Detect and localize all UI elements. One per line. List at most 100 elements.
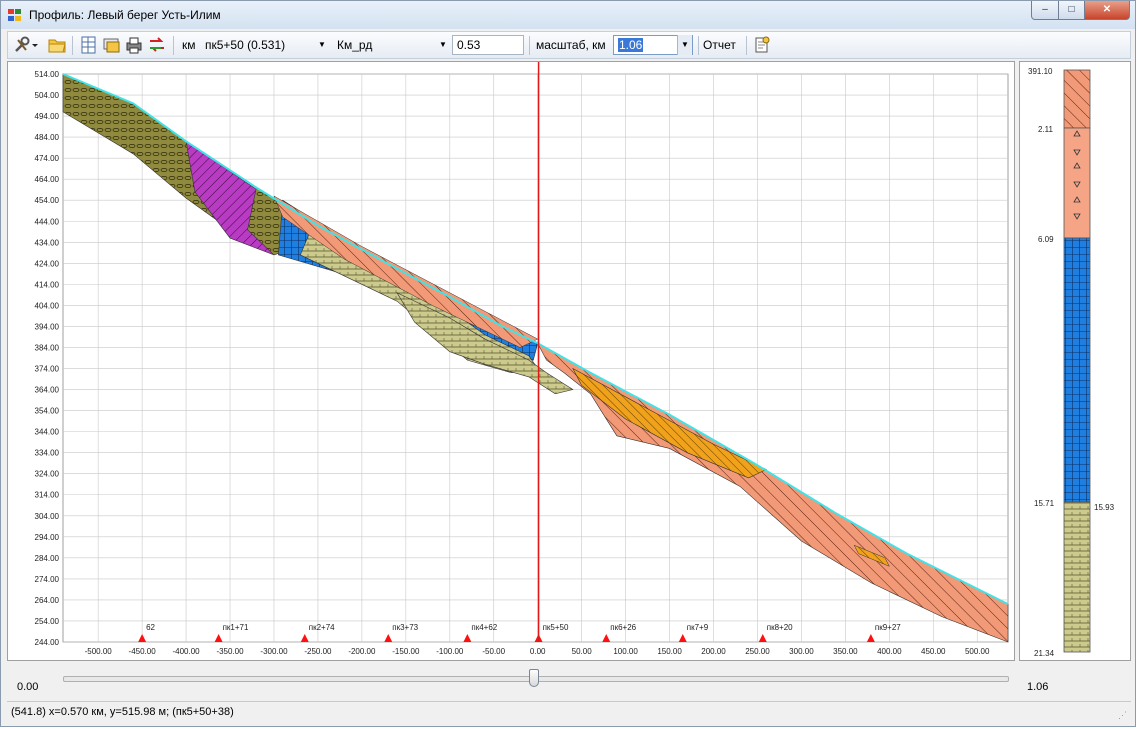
- x-tick-label: 150.00: [657, 647, 682, 656]
- borehole-column-panel: 391.10 2.11 6.09 15.71 15.93 21.34: [1019, 61, 1131, 661]
- x-tick-label: 50.00: [572, 647, 593, 656]
- y-tick-label: 474.00: [35, 154, 60, 163]
- open-folder-icon[interactable]: [48, 36, 66, 54]
- minimize-button[interactable]: –: [1031, 1, 1059, 20]
- y-tick-label: 334.00: [35, 449, 60, 458]
- picket-label: пк9+27: [875, 623, 901, 632]
- title-bar: Профиль: Левый берег Усть-Илим – □ ✕: [1, 1, 1135, 29]
- app-icon: [8, 9, 21, 21]
- report-icon[interactable]: [753, 36, 771, 54]
- y-tick-label: 254.00: [35, 617, 60, 626]
- x-tick-label: 250.00: [745, 647, 770, 656]
- x-tick-label: -400.00: [172, 647, 200, 656]
- y-tick-label: 294.00: [35, 533, 60, 542]
- column-depth-label: 15.71: [1034, 499, 1055, 508]
- toolbar-separator: [698, 36, 699, 55]
- toolbar-separator: [529, 36, 530, 55]
- scale-value[interactable]: 1.06: [618, 38, 644, 52]
- column-bottom-label: 21.34: [1034, 649, 1055, 658]
- y-tick-label: 454.00: [35, 196, 60, 205]
- picket-label: пк5+50: [543, 623, 569, 632]
- x-tick-label: -350.00: [216, 647, 244, 656]
- column-layer-gravel: [1063, 127, 1091, 239]
- y-tick-label: 264.00: [35, 596, 60, 605]
- chevron-down-icon[interactable]: ▼: [315, 35, 329, 55]
- column-depth-label: 6.09: [1038, 235, 1054, 244]
- close-button[interactable]: ✕: [1084, 1, 1130, 20]
- x-tick-label: 300.00: [789, 647, 814, 656]
- y-tick-label: 504.00: [35, 91, 60, 100]
- y-tick-label: 304.00: [35, 512, 60, 521]
- y-tick-label: 244.00: [35, 638, 60, 647]
- x-tick-label: -100.00: [436, 647, 464, 656]
- status-text: (541.8) x=0.570 км, y=515.98 м; (пк5+50+…: [11, 706, 234, 718]
- profile-chart-panel[interactable]: 514.00 504.00 494.00 484.00 474.00 464.00 454.…: [7, 61, 1015, 661]
- scale-slider-area: 0.00 1.06: [7, 665, 1131, 699]
- y-tick-label: 414.00: [35, 280, 60, 289]
- x-tick-label: -450.00: [129, 647, 157, 656]
- print-icon[interactable]: [125, 36, 143, 54]
- x-tick-label: -300.00: [260, 647, 288, 656]
- picket-label: 62: [146, 623, 155, 632]
- column-top-label: 391.10: [1028, 67, 1053, 76]
- x-tick-label: 200.00: [701, 647, 726, 656]
- x-tick-label: -250.00: [304, 647, 332, 656]
- x-tick-label: 0.00: [530, 647, 546, 656]
- y-tick-label: 344.00: [35, 428, 60, 437]
- x-tick-label: 450.00: [921, 647, 946, 656]
- toolbar: км пк5+50 (0.531) ▼ Км_рд ▼ 0.53 масштаб…: [7, 31, 1131, 59]
- x-tick-label: 400.00: [877, 647, 902, 656]
- scale-label: масштаб, км: [536, 38, 606, 52]
- y-tick-label: 394.00: [35, 322, 60, 331]
- y-tick-label: 384.00: [35, 343, 60, 352]
- layers-icon[interactable]: [103, 36, 121, 54]
- window-title: Профиль: Левый берег Усть-Илим: [29, 8, 221, 22]
- y-tick-label: 364.00: [35, 386, 60, 395]
- chevron-down-icon[interactable]: ▼: [677, 35, 692, 55]
- status-bar: (541.8) x=0.570 км, y=515.98 м; (пк5+50+…: [7, 701, 1131, 724]
- table-icon[interactable]: [80, 36, 98, 54]
- y-tick-label: 284.00: [35, 554, 60, 563]
- picket-label: пк6+26: [610, 623, 636, 632]
- column-layer-blue: [1063, 237, 1091, 503]
- x-tick-label: 500.00: [965, 647, 990, 656]
- x-tick-label: -200.00: [348, 647, 376, 656]
- x-tick-label: 350.00: [833, 647, 858, 656]
- y-tick-label: 484.00: [35, 133, 60, 142]
- y-tick-label: 374.00: [35, 365, 60, 374]
- x-tick-label: -500.00: [85, 647, 113, 656]
- column-layer-khaki: [1063, 501, 1091, 653]
- y-axis: 514.00 504.00 494.00 484.00 474.00 464.00 454.…: [35, 70, 60, 647]
- toolbar-separator: [746, 36, 747, 55]
- swap-icon[interactable]: [148, 36, 166, 54]
- slider-thumb[interactable]: [529, 669, 539, 687]
- x-tick-label: 100.00: [613, 647, 638, 656]
- resize-grip-icon[interactable]: ⋰: [1118, 710, 1127, 721]
- km-input[interactable]: 0.53: [452, 35, 524, 55]
- column-layer-salmon: [1063, 69, 1091, 129]
- picket-select[interactable]: пк5+50 (0.531): [200, 35, 330, 55]
- y-tick-label: 434.00: [35, 238, 60, 247]
- y-tick-label: 494.00: [35, 112, 60, 121]
- x-tick-label: -150.00: [392, 647, 420, 656]
- picket-label: пк8+20: [767, 623, 793, 632]
- column-depth-label: 2.11: [1038, 125, 1054, 134]
- borehole-column: 391.10 2.11 6.09 15.71 15.93 21.34: [1028, 67, 1115, 658]
- y-tick-label: 324.00: [35, 470, 60, 479]
- chevron-down-icon[interactable]: ▼: [436, 35, 450, 55]
- x-axis: -500.00 -450.00 -400.00 -350.00 -300.00 -250.…: [85, 647, 990, 656]
- picket-label: пк1+71: [223, 623, 249, 632]
- report-button[interactable]: Отчет: [703, 38, 736, 52]
- column-select[interactable]: Км_рд: [332, 35, 452, 55]
- picket-label: пк3+73: [392, 623, 418, 632]
- x-tick-label: -50.00: [482, 647, 505, 656]
- tools-menu-icon[interactable]: [13, 36, 39, 54]
- y-tick-label: 514.00: [35, 70, 60, 79]
- unit-label: км: [182, 38, 196, 52]
- profile-chart[interactable]: 514.00 504.00 494.00 484.00 474.00 464.00 454.…: [8, 62, 1014, 660]
- column-depth-label: 15.93: [1094, 503, 1115, 512]
- toolbar-separator: [173, 36, 174, 55]
- toolbar-separator: [72, 36, 73, 55]
- y-tick-label: 404.00: [35, 301, 60, 310]
- maximize-button[interactable]: □: [1058, 1, 1085, 20]
